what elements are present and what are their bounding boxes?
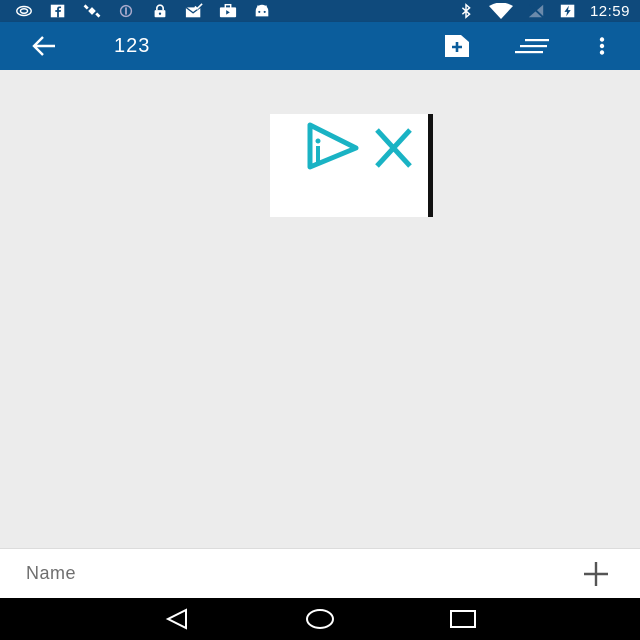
nav-home-button[interactable] [298,599,342,639]
app-bar: 123 [0,22,640,70]
home-circle-icon [305,609,334,629]
nav-recents-button[interactable] [441,599,485,639]
add-document-button[interactable] [437,26,477,66]
attached-image[interactable] [270,114,433,217]
bluetooth-icon [456,3,476,19]
sort-button[interactable] [512,26,552,66]
mail-check-icon [184,3,204,19]
status-icons-left [14,3,272,19]
back-triangle-icon [165,608,187,630]
facebook-icon [48,3,68,19]
briefcase-icon [218,3,238,19]
status-bar: 12:59 [0,0,640,22]
sort-icon [515,39,549,54]
wifi-icon [488,3,514,19]
more-options-button[interactable] [582,26,622,66]
android-icon [252,3,272,19]
lock-icon [150,3,170,19]
name-input[interactable] [26,548,576,599]
nfc-icon [116,3,136,19]
add-document-icon [445,35,469,57]
page-title: 123 [114,34,151,57]
navigation-bar [0,598,640,640]
back-button[interactable] [20,22,68,70]
plus-icon [584,561,608,586]
add-button[interactable] [576,554,616,594]
no-signal-icon [526,3,546,19]
arrow-left-icon [32,36,55,56]
satellite-icon [82,3,102,19]
clock: 12:59 [589,2,630,20]
nav-back-button[interactable] [155,599,199,639]
battery-charging-icon [558,3,578,19]
bottom-input-bar [0,548,640,599]
radio-waves-icon [14,3,34,19]
more-vert-icon [599,37,605,55]
content-area [0,70,640,548]
status-icons-right: 12:59 [456,3,630,20]
recents-square-icon [450,610,477,628]
play-and-close-logo-icon [307,122,412,170]
